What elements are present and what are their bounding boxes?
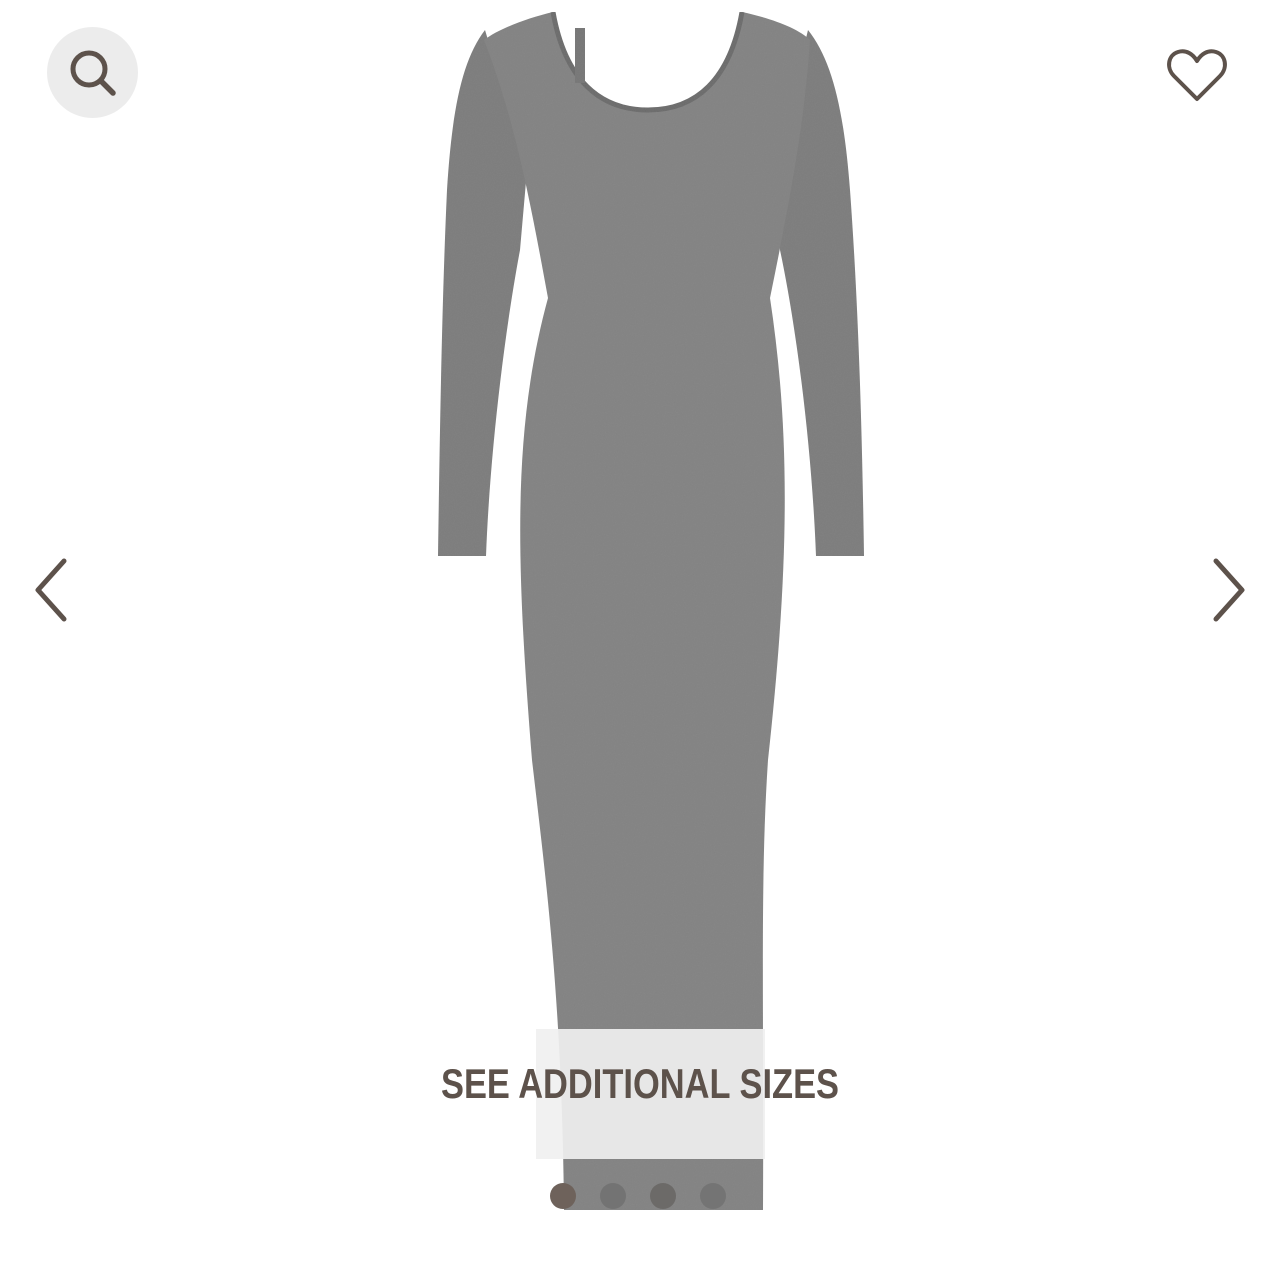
search-icon [70, 50, 116, 96]
color-swatch[interactable] [600, 1183, 626, 1209]
previous-image-button[interactable] [25, 550, 75, 630]
neck-tag [575, 28, 585, 83]
favorite-button[interactable] [1162, 42, 1232, 108]
next-image-button[interactable] [1205, 550, 1255, 630]
color-swatches [550, 1183, 726, 1209]
search-button[interactable] [47, 27, 138, 118]
color-swatch[interactable] [550, 1183, 576, 1209]
product-page: SEE ADDITIONAL SIZES [0, 0, 1280, 1280]
chevron-right-icon [1213, 558, 1245, 622]
heart-icon [1167, 49, 1227, 101]
color-swatch[interactable] [650, 1183, 676, 1209]
color-swatch[interactable] [700, 1183, 726, 1209]
chevron-left-icon [35, 558, 67, 622]
see-additional-sizes-button[interactable]: SEE ADDITIONAL SIZES [427, 1060, 853, 1108]
